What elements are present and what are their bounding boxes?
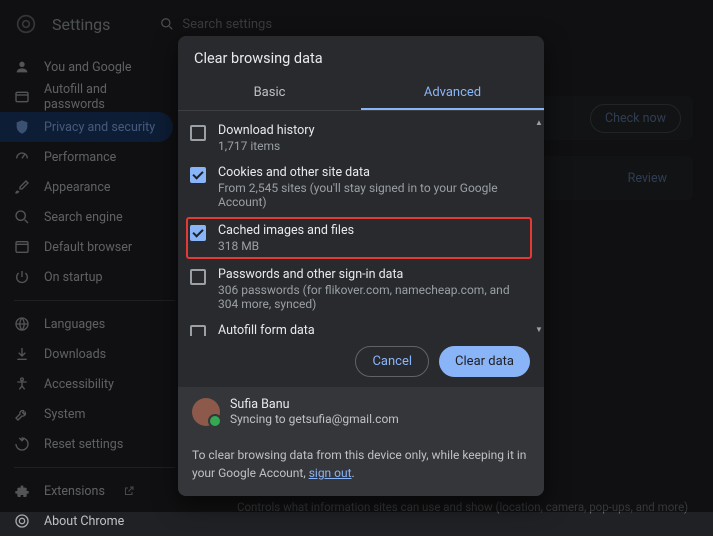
checkbox[interactable] [190,325,206,336]
dialog-buttons: Cancel Clear data [178,336,544,387]
scrollbar[interactable]: ▲ ▼ [534,117,544,336]
sign-out-link[interactable]: sign out [309,466,352,480]
option-title: Cookies and other site data [218,165,528,180]
option-subtitle: 306 passwords (for flikover.com, nameche… [218,283,528,311]
option-title: Passwords and other sign-in data [218,267,528,282]
checkbox[interactable] [190,269,206,285]
clear-browsing-data-dialog: Clear browsing data Basic Advanced Downl… [178,36,544,496]
option-passwords-and-other-sign-in-data[interactable]: Passwords and other sign-in data306 pass… [188,261,530,317]
dialog-title: Clear browsing data [178,36,544,77]
clear-data-button[interactable]: Clear data [439,346,530,377]
dialog-tabs: Basic Advanced [178,77,544,110]
scroll-up-icon[interactable]: ▲ [534,117,544,129]
option-cached-images-and-files[interactable]: Cached images and files318 MB [186,217,532,259]
checkbox[interactable] [190,167,206,183]
cancel-button[interactable]: Cancel [355,346,429,377]
option-title: Cached images and files [218,223,354,238]
dialog-footnote: To clear browsing data from this device … [178,436,544,496]
sidebar-item-label: About Chrome [44,514,124,529]
option-subtitle: 1,717 items [218,139,314,153]
checkbox[interactable] [190,125,206,141]
checkbox[interactable] [190,225,206,241]
avatar [192,398,220,426]
account-name: Sufia Banu [230,397,399,412]
option-download-history[interactable]: Download history1,717 items [188,117,530,159]
options-list: Download history1,717 itemsCookies and o… [178,111,544,336]
option-title: Autofill form data [218,323,417,336]
account-sync: Syncing to getsufia@gmail.com [230,412,399,426]
option-autofill-form-data[interactable]: Autofill form data3 addresses, 1,658 oth… [188,317,530,336]
tab-basic[interactable]: Basic [178,77,361,110]
option-subtitle: 318 MB [218,239,354,253]
foot-text: To clear browsing data from this device … [192,448,526,480]
option-subtitle: From 2,545 sites (you'll stay signed in … [218,181,528,209]
option-title: Download history [218,123,314,138]
scroll-down-icon[interactable]: ▼ [534,324,544,336]
chrome-icon [14,513,30,529]
account-section: Sufia Banu Syncing to getsufia@gmail.com [178,387,544,436]
option-cookies-and-other-site-data[interactable]: Cookies and other site dataFrom 2,545 si… [188,159,530,215]
tab-advanced[interactable]: Advanced [361,77,544,110]
